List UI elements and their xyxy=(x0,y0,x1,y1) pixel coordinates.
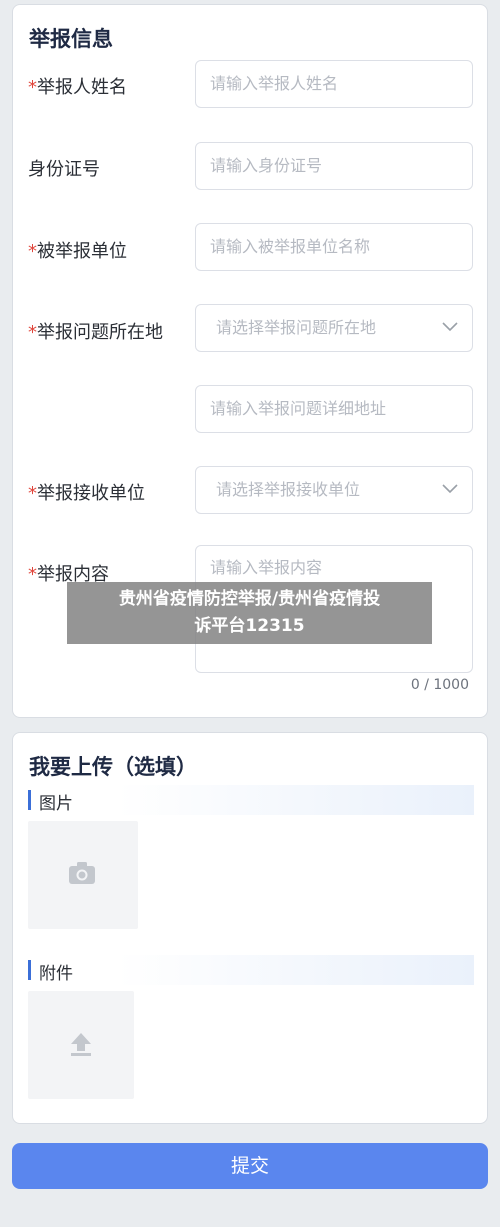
report-info-title: 举报信息 xyxy=(29,27,113,51)
reporter-name-label: *举报人姓名 xyxy=(28,77,127,98)
chevron-down-icon xyxy=(442,484,458,494)
reporter-name-input[interactable]: 请输入举报人姓名 xyxy=(195,60,473,108)
upload-card: 我要上传（选填） 图片 附件 xyxy=(12,732,488,1124)
reported-unit-label: *被举报单位 xyxy=(28,241,127,262)
required-marker: * xyxy=(28,564,37,585)
content-char-counter: 0 / 1000 xyxy=(410,677,469,693)
id-number-input[interactable]: 请输入身份证号 xyxy=(195,142,473,190)
submit-button[interactable]: 提交 xyxy=(12,1143,488,1189)
location-select-placeholder: 请选择举报问题所在地 xyxy=(216,318,377,337)
required-marker: * xyxy=(28,322,37,343)
section-accent-bar xyxy=(28,790,31,810)
reported-unit-input[interactable]: 请输入被举报单位名称 xyxy=(195,223,473,271)
required-marker: * xyxy=(28,77,37,98)
upload-arrow-icon xyxy=(71,1033,91,1056)
location-select[interactable]: 请选择举报问题所在地 xyxy=(195,304,473,352)
attachment-upload-button[interactable] xyxy=(28,991,134,1099)
location-detail-input[interactable]: 请输入举报问题详细地址 xyxy=(195,385,473,433)
watermark-line-2: 诉平台12315 xyxy=(194,616,305,636)
images-label: 图片 xyxy=(39,794,73,814)
id-number-label: 身份证号 xyxy=(28,159,100,180)
receiving-unit-placeholder: 请选择举报接收单位 xyxy=(216,480,361,499)
receiving-unit-label: *举报接收单位 xyxy=(28,483,145,504)
attachments-section-header: 附件 xyxy=(28,955,474,985)
watermark-line-1: 贵州省疫情防控举报/贵州省疫情投 xyxy=(118,589,381,609)
section-accent-bar xyxy=(28,960,31,980)
camera-icon xyxy=(69,862,95,884)
chevron-down-icon xyxy=(442,322,458,332)
required-marker: * xyxy=(28,241,37,262)
image-upload-button[interactable] xyxy=(28,821,138,929)
watermark-banner: 贵州省疫情防控举报/贵州省疫情投 诉平台12315 xyxy=(67,582,432,644)
attachments-label: 附件 xyxy=(39,964,73,984)
upload-title: 我要上传（选填） xyxy=(29,755,197,779)
required-marker: * xyxy=(28,483,37,504)
images-section-header: 图片 xyxy=(28,785,474,815)
location-label: *举报问题所在地 xyxy=(28,322,163,343)
receiving-unit-select[interactable]: 请选择举报接收单位 xyxy=(195,466,473,514)
